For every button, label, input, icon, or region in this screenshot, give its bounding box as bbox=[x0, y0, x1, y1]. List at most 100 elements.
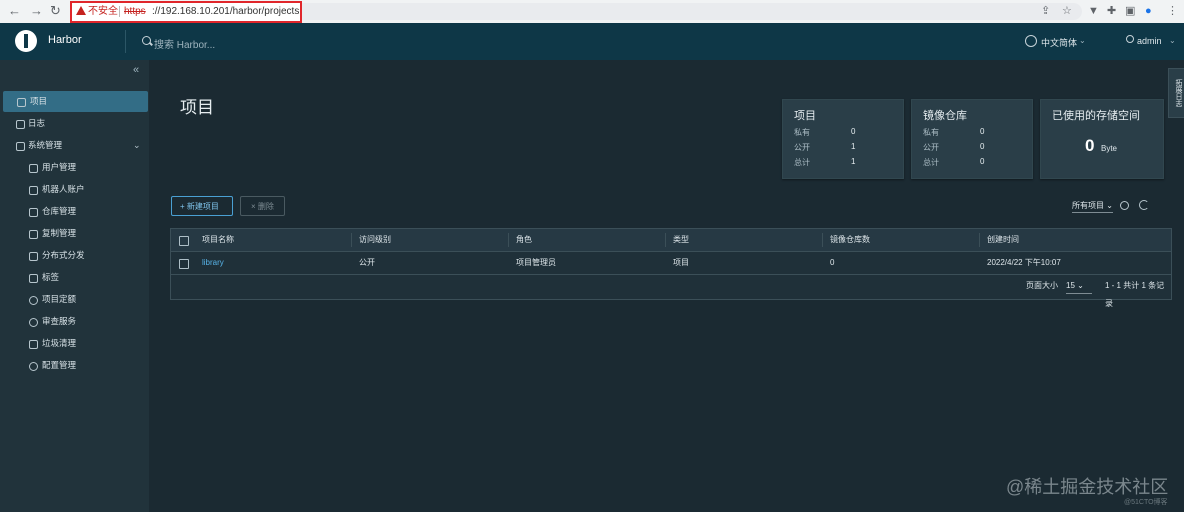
share-icon[interactable]: ⇪ bbox=[1041, 3, 1050, 19]
stat-label: 公开 bbox=[794, 143, 810, 152]
users-icon bbox=[29, 164, 38, 173]
sidebar-item-scanners[interactable]: 审查服务 bbox=[0, 311, 149, 332]
sidebar-item-labels[interactable]: 标签 bbox=[0, 267, 149, 288]
app-title[interactable]: Harbor bbox=[48, 34, 82, 46]
storage-summary-card: 已使用的存储空间 0 Byte bbox=[1040, 99, 1164, 179]
row-checkbox[interactable] bbox=[179, 259, 189, 269]
sidebar-item-label: 审查服务 bbox=[42, 316, 77, 326]
stat-value: 0 bbox=[851, 127, 856, 136]
sidebar-item-users[interactable]: 用户管理 bbox=[0, 157, 149, 178]
menu-icon[interactable]: ⋮ bbox=[1167, 3, 1178, 19]
card-title: 镜像仓库 bbox=[923, 110, 967, 122]
sidebar-item-label: 机器人账户 bbox=[42, 184, 85, 194]
stat-label: 总计 bbox=[923, 158, 939, 167]
sidepanel-icon[interactable]: ▣ bbox=[1125, 3, 1135, 19]
stat-value: 0 bbox=[980, 127, 985, 136]
star-icon[interactable]: ☆ bbox=[1062, 3, 1072, 19]
warning-icon bbox=[76, 6, 86, 15]
page-title: 项目 bbox=[180, 98, 214, 117]
sidebar-item-config[interactable]: 配置管理 bbox=[0, 355, 149, 376]
sidebar-item-label: 复制管理 bbox=[42, 228, 77, 238]
url-text: ://192.168.10.201/harbor/projects bbox=[152, 6, 300, 17]
watermark-secondary: @51CTO博客 bbox=[1124, 499, 1168, 506]
column-header[interactable]: 镜像仓库数 bbox=[830, 229, 870, 251]
select-all-checkbox[interactable] bbox=[179, 236, 189, 246]
card-title: 已使用的存储空间 bbox=[1052, 110, 1140, 122]
page-size-value: 15 bbox=[1066, 281, 1075, 290]
type-cell: 项目 bbox=[673, 258, 689, 267]
projects-icon bbox=[17, 98, 26, 107]
forward-icon[interactable]: → bbox=[30, 3, 43, 19]
sidebar-item-label: 分布式分发 bbox=[42, 250, 85, 260]
profile-icon[interactable]: ● bbox=[1145, 3, 1152, 19]
url-scheme: https bbox=[124, 6, 146, 17]
column-header[interactable]: 访问级别 bbox=[359, 229, 391, 251]
column-header[interactable]: 创建时间 bbox=[987, 229, 1019, 251]
sidebar-item-quotas[interactable]: 项目定额 bbox=[0, 289, 149, 310]
stat-label: 私有 bbox=[794, 128, 810, 137]
storage-unit: Byte bbox=[1101, 144, 1118, 153]
sidebar-item-logs[interactable]: 日志 bbox=[0, 113, 149, 134]
column-header[interactable]: 项目名称 bbox=[202, 229, 234, 251]
security-label: 不安全 bbox=[88, 6, 118, 17]
sidebar-item-replication[interactable]: 复制管理 bbox=[0, 223, 149, 244]
address-bar[interactable]: 不安全 https ://192.168.10.201/harbor/proje… bbox=[70, 1, 302, 23]
new-project-label: + 新建项目 bbox=[180, 202, 219, 211]
sidebar-item-projects[interactable]: 项目 bbox=[3, 91, 148, 112]
robot-icon bbox=[29, 186, 38, 195]
table-header: 项目名称 访问级别 角色 类型 镜像仓库数 创建时间 bbox=[171, 229, 1171, 252]
column-divider bbox=[508, 233, 509, 247]
sidebar: « 项目 日志 系统管理 ⌄ 用户管理 机器人账户 仓库管理 复制管理 分布式分… bbox=[0, 60, 149, 512]
table-row[interactable]: library 公开 项目管理员 项目 0 2022/4/22 下午10:07 bbox=[171, 252, 1171, 275]
search-input[interactable]: 搜索 Harbor... bbox=[154, 36, 215, 51]
sidebar-item-distribution[interactable]: 分布式分发 bbox=[0, 245, 149, 266]
sidebar-item-label: 项目 bbox=[30, 96, 48, 106]
collapse-sidebar-icon[interactable]: « bbox=[133, 64, 139, 76]
user-menu[interactable]: admin bbox=[1137, 36, 1162, 46]
role-cell: 项目管理员 bbox=[516, 258, 556, 267]
chevron-down-icon[interactable]: ⌄ bbox=[133, 135, 141, 156]
chevron-down-icon[interactable]: ⌄ bbox=[1169, 36, 1176, 45]
watermark: @稀土掘金技术社区 bbox=[1006, 477, 1169, 497]
tag-icon bbox=[29, 274, 38, 283]
trash-icon bbox=[29, 340, 38, 349]
project-name-link[interactable]: library bbox=[202, 252, 224, 274]
sidebar-item-robots[interactable]: 机器人账户 bbox=[0, 179, 149, 200]
column-divider bbox=[665, 233, 666, 247]
access-level-cell: 公开 bbox=[359, 258, 375, 267]
column-header[interactable]: 角色 bbox=[516, 229, 532, 251]
sidebar-item-label: 用户管理 bbox=[42, 162, 77, 172]
search-icon[interactable] bbox=[1120, 201, 1129, 210]
puzzle-icon[interactable]: ✚ bbox=[1107, 3, 1116, 19]
back-icon[interactable]: ← bbox=[8, 3, 21, 19]
sidebar-item-gc[interactable]: 垃圾清理 bbox=[0, 333, 149, 354]
chevron-down-icon[interactable]: ⌄ bbox=[1079, 36, 1086, 45]
stat-label: 公开 bbox=[923, 143, 939, 152]
reload-icon[interactable]: ↻ bbox=[50, 3, 61, 19]
admin-icon bbox=[16, 142, 25, 151]
language-selector[interactable]: 中文简体 bbox=[1041, 36, 1077, 49]
url-divider bbox=[119, 6, 120, 17]
sidebar-item-label: 仓库管理 bbox=[42, 206, 77, 216]
pagination-summary: 1 - 1 共计 1 条记录 bbox=[1105, 281, 1165, 308]
page-size-label: 页面大小 bbox=[1026, 281, 1058, 290]
quota-icon bbox=[29, 296, 38, 305]
page-size-select[interactable]: 15 ⌄ bbox=[1066, 279, 1092, 294]
sidebar-item-admin[interactable]: 系统管理 ⌄ bbox=[0, 135, 149, 156]
harbor-logo-icon[interactable] bbox=[15, 30, 37, 52]
sidebar-item-registries[interactable]: 仓库管理 bbox=[0, 201, 149, 222]
sidebar-item-label: 标签 bbox=[42, 272, 60, 282]
browser-toolbar: ← → ↻ 不安全 https ://192.168.10.201/harbor… bbox=[0, 0, 1184, 24]
repos-summary-card: 镜像仓库 私有 0 公开 0 总计 0 bbox=[911, 99, 1033, 179]
repo-count-cell: 0 bbox=[830, 258, 835, 267]
side-panel-tab[interactable]: 拓展日志 bbox=[1168, 68, 1184, 118]
address-bar-extension[interactable] bbox=[302, 3, 1082, 20]
extension-v-icon[interactable]: ▼ bbox=[1088, 3, 1099, 19]
delete-button[interactable]: × 删除 bbox=[240, 196, 285, 216]
project-filter-select[interactable]: 所有项目 ⌄ bbox=[1072, 200, 1113, 213]
column-header[interactable]: 类型 bbox=[673, 229, 689, 251]
replication-icon bbox=[29, 230, 38, 239]
new-project-button[interactable]: + 新建项目 bbox=[171, 196, 233, 216]
refresh-icon[interactable] bbox=[1139, 200, 1149, 210]
delete-label: × 删除 bbox=[251, 202, 274, 211]
